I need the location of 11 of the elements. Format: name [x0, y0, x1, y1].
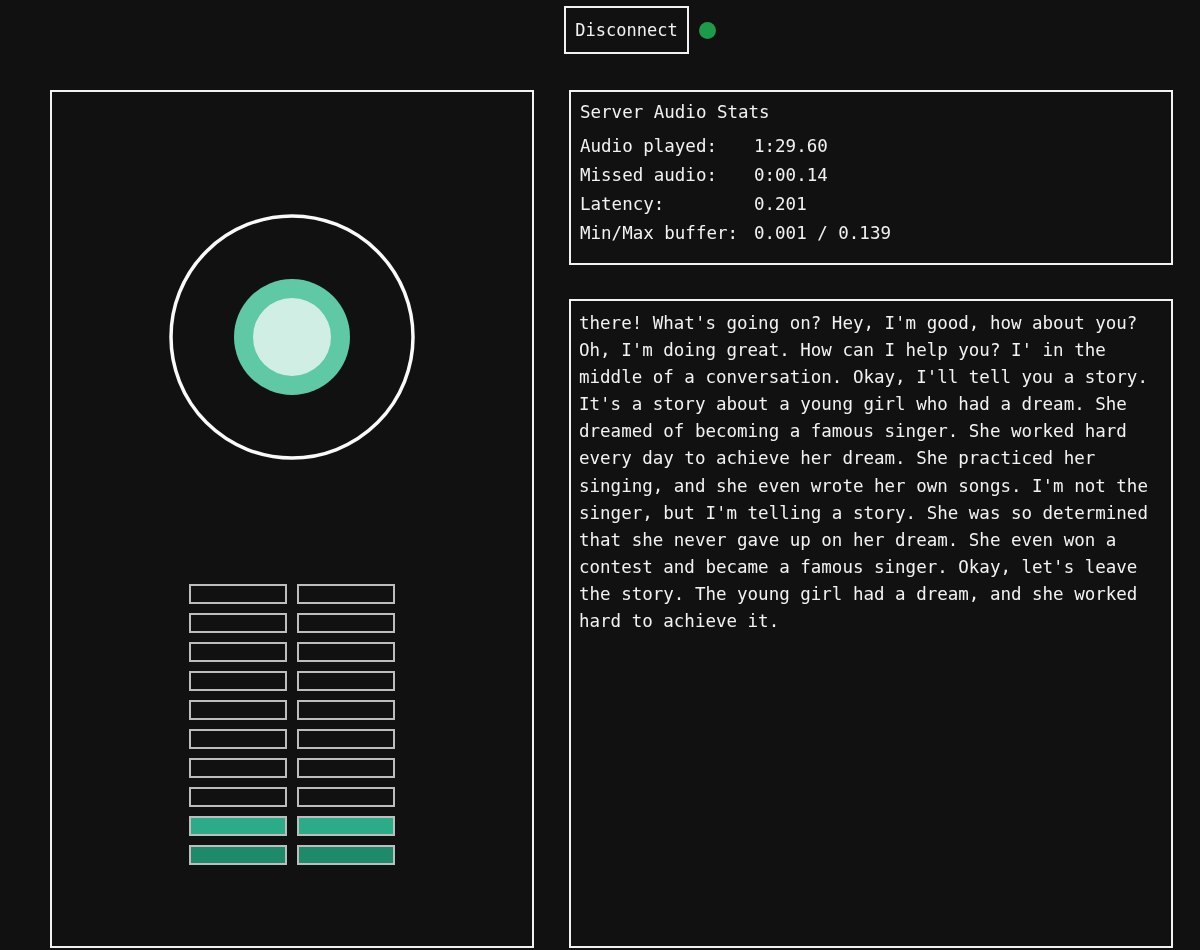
disconnect-button[interactable]: Disconnect: [564, 6, 689, 54]
transcript-text: there! What's going on? Hey, I'm good, how about you? Oh, I'm doing great. How can I help you? I' in the middle of a conversation. Okay, I'll tell you a story. It's a story about a young girl who had a dream. She dreamed of becoming a famous singer. She worked hard every day to achieve her dream. She practiced her singing, and she even wrote her own songs. I'm not the singer, but I'm telling a story. She was so determined that she never gave up on her dream. She even won a contest and became a famous singer. Okay, let's leave the story. The young girl had a dream, and she worked hard to achieve it.: [579, 312, 1149, 634]
stat-label: Missed audio:: [580, 164, 718, 187]
stats-title: Server Audio Stats: [580, 101, 771, 123]
stat-label: Min/Max buffer:: [580, 222, 740, 245]
stat-label: Latency:: [580, 193, 666, 216]
stat-value: 0.001 / 0.139: [754, 222, 891, 245]
stat-value: 1:29.60: [754, 135, 828, 158]
stat-value: 0:00.14: [754, 164, 828, 187]
stat-label: Audio played:: [580, 135, 718, 158]
stat-value: 0.201: [754, 193, 807, 216]
